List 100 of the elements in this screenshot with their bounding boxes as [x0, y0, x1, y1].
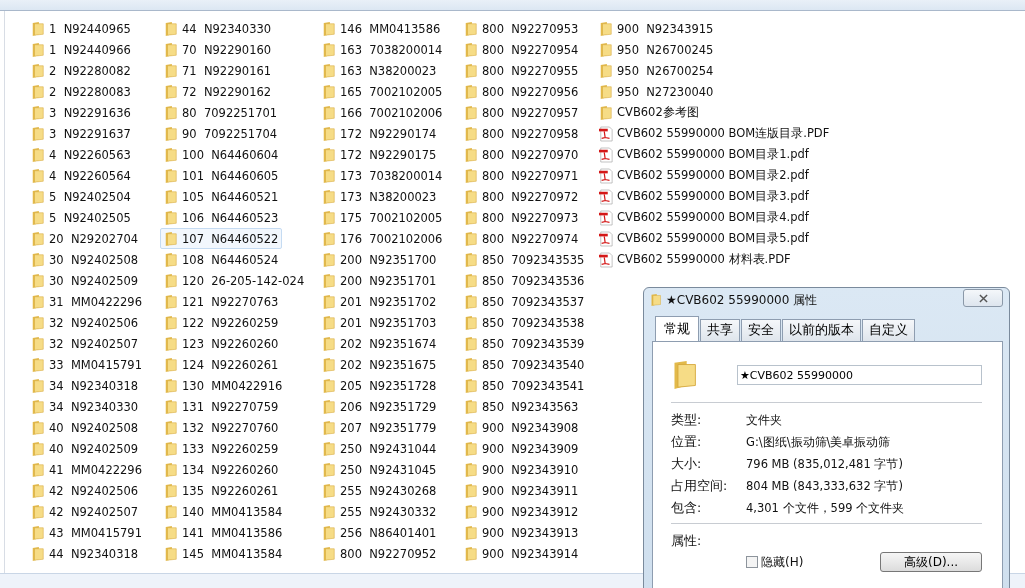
file-item[interactable]: 3 N92291636	[27, 102, 135, 123]
file-item[interactable]: 900 N92343913	[460, 522, 583, 543]
file-item[interactable]: 101 N64460605	[160, 165, 283, 186]
file-item[interactable]: 850 7092343538	[460, 312, 589, 333]
file-item[interactable]: 130 MM0422916	[160, 375, 287, 396]
file-item[interactable]: CVB602 55990000 BOM目录4.pdf	[595, 207, 813, 228]
file-item[interactable]: 70 N92290160	[160, 39, 276, 60]
file-item[interactable]: 900 N92343908	[460, 417, 583, 438]
file-item[interactable]: 176 7002102006	[318, 228, 447, 249]
file-item[interactable]: 850 7092343541	[460, 375, 589, 396]
file-item[interactable]: 800 N92270970	[460, 144, 583, 165]
file-item[interactable]: 256 N86401401	[318, 522, 441, 543]
file-item[interactable]: 2 N92280083	[27, 81, 135, 102]
file-item[interactable]: 108 N64460524	[160, 249, 283, 270]
file-item[interactable]: 850 N92343563	[460, 396, 583, 417]
file-item[interactable]: 122 N92260259	[160, 312, 283, 333]
file-item[interactable]: 850 7092343535	[460, 249, 589, 270]
file-item[interactable]: 172 N92290174	[318, 123, 441, 144]
file-item[interactable]: 900 N92343912	[460, 501, 583, 522]
file-item[interactable]: 800 N92270956	[460, 81, 583, 102]
file-item[interactable]: 100 N64460604	[160, 144, 283, 165]
tab[interactable]: 自定义	[862, 319, 915, 341]
file-item[interactable]: 850 7092343539	[460, 333, 589, 354]
file-item[interactable]: 133 N92260259	[160, 438, 283, 459]
tab[interactable]: 安全	[741, 319, 781, 341]
file-item[interactable]: CVB602 55990000 BOM目录1.pdf	[595, 144, 813, 165]
file-item[interactable]: 950 N26700245	[595, 39, 718, 60]
file-item[interactable]: 2 N92280082	[27, 60, 135, 81]
file-item[interactable]: CVB602 55990000 BOM连版目录.PDF	[595, 123, 834, 144]
file-item[interactable]: 3 N92291637	[27, 123, 135, 144]
file-item[interactable]: 32 N92402507	[27, 333, 143, 354]
file-item[interactable]: 800 N92270973	[460, 207, 583, 228]
file-item[interactable]: 4 N92260563	[27, 144, 135, 165]
file-item[interactable]: CVB602 55990000 BOM目录5.pdf	[595, 228, 813, 249]
file-item[interactable]: 72 N92290162	[160, 81, 276, 102]
name-field[interactable]: ★CVB602 55990000	[736, 365, 982, 385]
file-item[interactable]: 900 N92343915	[595, 18, 718, 39]
file-item[interactable]: 120 26-205-142-024	[160, 270, 309, 291]
file-item[interactable]: 163 N38200023	[318, 60, 441, 81]
file-item[interactable]: 173 N38200023	[318, 186, 441, 207]
file-item[interactable]: 950 N27230040	[595, 81, 718, 102]
file-item[interactable]: 800 N92270955	[460, 60, 583, 81]
file-item[interactable]: 165 7002102005	[318, 81, 447, 102]
file-item[interactable]: 146 MM0413586	[318, 18, 445, 39]
file-item[interactable]: 44 N92340330	[160, 18, 276, 39]
file-item[interactable]: 121 N92270763	[160, 291, 283, 312]
close-button[interactable]	[963, 289, 1003, 307]
file-item[interactable]: 20 N29202704	[27, 228, 143, 249]
file-item[interactable]: 43 MM0415791	[27, 522, 146, 543]
file-item[interactable]: 202 N92351675	[318, 354, 441, 375]
file-item[interactable]: 40 N92402508	[27, 417, 143, 438]
file-item[interactable]: 42 N92402506	[27, 480, 143, 501]
file-item[interactable]: 44 N92340318	[27, 543, 143, 564]
file-item[interactable]: 850 7092343536	[460, 270, 589, 291]
file-item[interactable]: 250 N92431045	[318, 459, 441, 480]
file-item[interactable]: 900 N92343910	[460, 459, 583, 480]
file-item[interactable]: 800 N92270974	[460, 228, 583, 249]
file-item[interactable]: 34 N92340318	[27, 375, 143, 396]
file-item[interactable]: 850 7092343540	[460, 354, 589, 375]
file-item[interactable]: 163 7038200014	[318, 39, 447, 60]
file-item[interactable]: 5 N92402505	[27, 207, 135, 228]
hidden-checkbox[interactable]: 隐藏(H)	[746, 553, 804, 571]
file-item[interactable]: CVB602 55990000 BOM目录3.pdf	[595, 186, 813, 207]
file-item[interactable]: 800 N92270954	[460, 39, 583, 60]
file-item[interactable]: 30 N92402508	[27, 249, 143, 270]
file-item[interactable]: 40 N92402509	[27, 438, 143, 459]
file-item[interactable]: 41 MM0422296	[27, 459, 146, 480]
file-item[interactable]: 800 N92270957	[460, 102, 583, 123]
file-item[interactable]: 175 7002102005	[318, 207, 447, 228]
file-item[interactable]: 105 N64460521	[160, 186, 283, 207]
file-item[interactable]: 950 N26700254	[595, 60, 718, 81]
file-item[interactable]: 33 MM0415791	[27, 354, 146, 375]
file-item[interactable]: 135 N92260261	[160, 480, 283, 501]
file-item[interactable]: 131 N92270759	[160, 396, 283, 417]
file-item[interactable]: 200 N92351700	[318, 249, 441, 270]
file-item[interactable]: 140 MM0413584	[160, 501, 287, 522]
file-item[interactable]: 166 7002102006	[318, 102, 447, 123]
file-item[interactable]: 201 N92351703	[318, 312, 441, 333]
file-item[interactable]: 42 N92402507	[27, 501, 143, 522]
advanced-button[interactable]: 高级(D)...	[880, 552, 982, 572]
file-item[interactable]: 900 N92343911	[460, 480, 583, 501]
file-item[interactable]: 90 7092251704	[160, 123, 282, 144]
file-item[interactable]: CVB602 55990000 材料表.PDF	[595, 249, 795, 270]
file-item[interactable]: CVB602参考图	[595, 102, 703, 123]
file-item[interactable]: 124 N92260261	[160, 354, 283, 375]
file-item[interactable]: 173 7038200014	[318, 165, 447, 186]
file-item[interactable]: 172 N92290175	[318, 144, 441, 165]
file-item[interactable]: 107 N64460522	[160, 228, 283, 249]
file-item[interactable]: 250 N92431044	[318, 438, 441, 459]
file-item[interactable]: 1 N92440965	[27, 18, 135, 39]
file-item[interactable]: 134 N92260260	[160, 459, 283, 480]
file-item[interactable]: 207 N92351779	[318, 417, 441, 438]
file-item[interactable]: 132 N92270760	[160, 417, 283, 438]
file-item[interactable]: 255 N92430268	[318, 480, 441, 501]
file-item[interactable]: 800 N92270958	[460, 123, 583, 144]
file-item[interactable]: 106 N64460523	[160, 207, 283, 228]
file-item[interactable]: 71 N92290161	[160, 60, 276, 81]
file-item[interactable]: 205 N92351728	[318, 375, 441, 396]
tab[interactable]: 共享	[700, 319, 740, 341]
file-item[interactable]: 800 N92270952	[318, 543, 441, 564]
